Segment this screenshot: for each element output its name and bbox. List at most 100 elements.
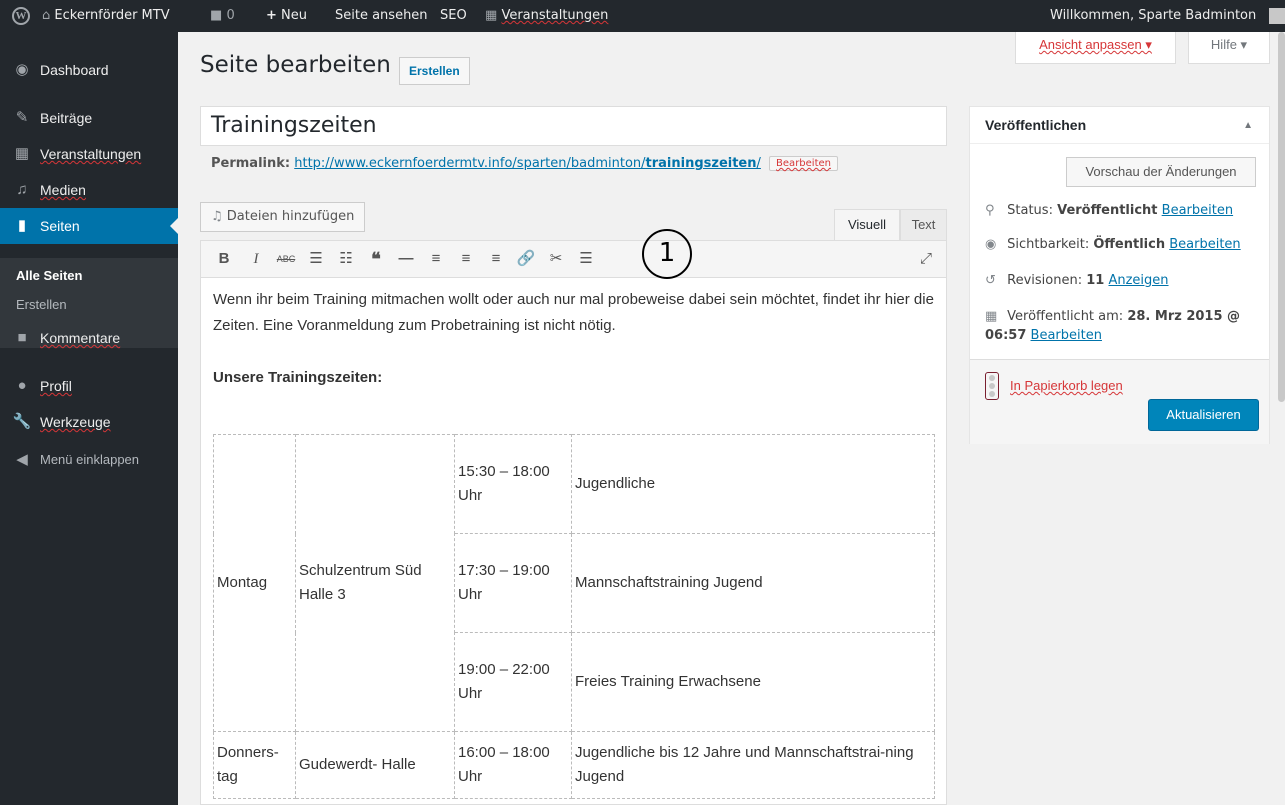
permalink-label: Permalink: (211, 156, 291, 171)
published-edit-link[interactable]: Bearbeiten (1031, 328, 1102, 343)
admin-bar: W ⌂ Eckernförder MTV ■ 0 + Neu Seite ans… (0, 0, 1285, 32)
adminbar-view-page[interactable]: Seite ansehen (335, 0, 428, 32)
menu-collapse[interactable]: ◀ Menü einklappen (0, 442, 178, 478)
menu-label: Kommentare (40, 330, 121, 346)
italic-icon[interactable]: I (243, 245, 269, 273)
status-edit-link[interactable]: Bearbeiten (1162, 203, 1233, 218)
tab-visual[interactable]: Visuell (834, 209, 900, 241)
menu-item-media[interactable]: ♫ Medien (0, 172, 178, 208)
adminbar-new[interactable]: + Neu (266, 0, 307, 32)
bold-icon[interactable]: B (211, 245, 237, 273)
unlink-icon[interactable]: ✂ (543, 245, 569, 273)
bullet-list-icon[interactable]: ☰ (303, 245, 329, 273)
content-editor[interactable]: B I ABC ☰ ☷ ❝ — ≡ ≡ ≡ 🔗 ✂ ☰ ⤢ Wenn ihr b… (200, 240, 947, 805)
status-value: Veröffentlicht (1057, 203, 1158, 218)
schedule-heading: Unsere Trainingszeiten: (213, 369, 383, 386)
menu-item-dashboard[interactable]: ◉ Dashboard (0, 52, 178, 88)
screen-options-tab[interactable]: Ansicht anpassen ▾ (1015, 32, 1176, 64)
adminbar-welcome[interactable]: Willkommen, Sparte Badminton (1050, 0, 1256, 32)
menu-label: Veranstaltungen (40, 146, 142, 162)
site-name[interactable]: Eckernförder MTV (54, 8, 169, 23)
wp-logo-icon[interactable]: W (12, 0, 30, 32)
table-cell-day: Donners-tag (213, 731, 296, 799)
revisions-link[interactable]: Anzeigen (1108, 273, 1168, 288)
media-icon: ♫ (211, 209, 223, 224)
visibility-label: Sichtbarkeit: (1007, 237, 1090, 252)
table-cell-time: 15:30 – 18:00 Uhr (454, 434, 572, 534)
menu-item-pages[interactable]: ▮ Seiten (0, 208, 178, 244)
add-media-label: Dateien hinzufügen (226, 209, 355, 224)
calendar-icon: ▦ (14, 145, 30, 162)
comment-bubble-icon: ■ (210, 8, 223, 23)
menu-label: Beiträge (40, 110, 93, 126)
admin-menu: ◉ Dashboard ✎ Beiträge ▦ Veranstaltungen… (0, 32, 178, 805)
page-title: Seite bearbeiten (200, 52, 391, 78)
read-more-icon[interactable]: ☰ (573, 245, 599, 273)
submenu-create[interactable]: Erstellen (16, 297, 67, 312)
help-tab[interactable]: Hilfe ▾ (1188, 32, 1270, 64)
menu-item-comments[interactable]: ■ Kommentare (0, 320, 178, 356)
menu-item-events[interactable]: ▦ Veranstaltungen (0, 136, 178, 172)
table-cell-time: 16:00 – 18:00 Uhr (454, 731, 572, 799)
editor-content[interactable]: Wenn ihr beim Training mitmachen wollt o… (213, 287, 935, 391)
add-media-button[interactable]: ♫ Dateien hinzufügen (200, 202, 366, 232)
comments-count: 0 (226, 8, 235, 23)
table-cell-time: 17:30 – 19:00 Uhr (454, 533, 572, 633)
horizontal-line-icon[interactable]: — (393, 245, 419, 273)
add-new-button[interactable]: Erstellen (399, 57, 470, 85)
visibility-row: ◉ Sichtbarkeit: Öffentlich Bearbeiten (985, 237, 1241, 252)
menu-label: Medien (40, 182, 86, 198)
tab-text[interactable]: Text (900, 209, 947, 241)
permalink-link[interactable]: http://www.eckernfoerdermtv.info/sparten… (294, 156, 761, 171)
align-right-icon[interactable]: ≡ (483, 245, 509, 273)
update-button[interactable]: Aktualisieren (1148, 399, 1259, 431)
adminbar-events[interactable]: ▦ Veranstaltungen (485, 0, 608, 32)
blockquote-icon[interactable]: ❝ (363, 245, 389, 273)
adminbar-comments[interactable]: ■ 0 (210, 0, 235, 32)
intro-paragraph: Wenn ihr beim Training mitmachen wollt o… (213, 291, 934, 334)
menu-label: Dashboard (40, 62, 109, 78)
preview-button[interactable]: Vorschau der Änderungen (1066, 157, 1256, 187)
permalink: Permalink: http://www.eckernfoerdermtv.i… (211, 156, 838, 171)
events-label: Veranstaltungen (501, 8, 609, 23)
table-cell-location: Gudewerdt- Halle (295, 731, 455, 799)
fullscreen-icon[interactable]: ⤢ (913, 245, 939, 273)
menu-item-posts[interactable]: ✎ Beiträge (0, 100, 178, 136)
table-cell-group: Freies Training Erwachsene (571, 632, 935, 732)
table-cell-group: Mannschaftstraining Jugend (571, 533, 935, 633)
menu-label: Profil (40, 378, 72, 394)
revisions-value: 11 (1086, 273, 1105, 288)
align-center-icon[interactable]: ≡ (453, 245, 479, 273)
menu-item-tools[interactable]: 🔧 Werkzeuge (0, 404, 178, 440)
strikethrough-icon[interactable]: ABC (273, 245, 299, 273)
numbered-list-icon[interactable]: ☷ (333, 245, 359, 273)
table-cell-group: Jugendliche bis 12 Jahre und Mannschafts… (571, 731, 935, 799)
trash-icon (985, 372, 999, 400)
calendar-icon: ▦ (985, 309, 998, 324)
publish-title: Veröffentlichen (985, 117, 1087, 133)
home-icon: ⌂ (42, 8, 51, 23)
adminbar-seo[interactable]: SEO (440, 0, 467, 32)
submenu-all-pages[interactable]: Alle Seiten (16, 268, 82, 283)
trash-link[interactable]: In Papierkorb legen (1010, 378, 1123, 393)
status-row: ⚲ Status: Veröffentlicht Bearbeiten (985, 203, 1233, 218)
collapse-toggle-icon[interactable]: ▲ (1243, 120, 1253, 131)
menu-item-profile[interactable]: ● Profil (0, 368, 178, 404)
table-cell-location: Schulzentrum Süd Halle 3 (295, 434, 455, 732)
visibility-edit-link[interactable]: Bearbeiten (1169, 237, 1240, 252)
link-icon[interactable]: 🔗 (513, 245, 539, 273)
comment-bubble-icon: ■ (17, 329, 27, 346)
permalink-base: http://www.eckernfoerdermtv.info/sparten… (294, 156, 646, 171)
screen-options-label: Ansicht anpassen ▾ (1039, 37, 1152, 52)
table-cell-group: Jugendliche (571, 434, 935, 534)
revisions-row: ↺ Revisionen: 11 Anzeigen (985, 273, 1169, 288)
align-left-icon[interactable]: ≡ (423, 245, 449, 273)
scrollbar[interactable] (1278, 32, 1285, 402)
adminbar-site[interactable]: ⌂ Eckernförder MTV (42, 0, 170, 32)
permalink-edit-button[interactable]: Bearbeiten (769, 156, 838, 171)
avatar[interactable] (1269, 8, 1285, 24)
new-label: Neu (281, 8, 308, 23)
post-title-input[interactable]: Trainingszeiten (200, 106, 947, 146)
calendar-icon: ▦ (485, 8, 498, 23)
published-row: ▦ Veröffentlicht am: 28. Mrz 2015 @ 06:5… (985, 307, 1260, 345)
